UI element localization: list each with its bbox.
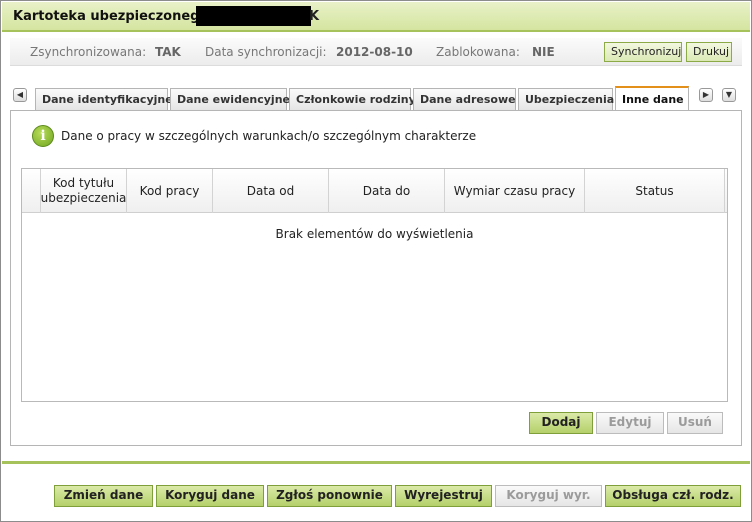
title-bar: Kartoteka ubezpieczonego - K <box>2 2 750 32</box>
locked-label: Zablokowana: <box>436 45 520 59</box>
footer-toolbar: Zmień dane Koryguj dane Zgłoś ponownie W… <box>2 464 750 521</box>
grid-header: Kod tytułu ubezpieczenia Kod pracy Data … <box>22 169 727 213</box>
info-icon: i <box>32 125 54 147</box>
column-date-from[interactable]: Data od <box>213 169 329 213</box>
resubmit-button[interactable]: Zgłoś ponownie <box>267 485 392 507</box>
window-title: Kartoteka ubezpieczonego - <box>13 9 219 24</box>
grid-select-column <box>22 169 41 213</box>
tab-strip: ◀ Dane identyfikacyjne Dane ewidencyjne … <box>13 86 737 111</box>
insured-record-window: Kartoteka ubezpieczonego - K Zsynchroniz… <box>0 0 752 522</box>
column-date-to[interactable]: Data do <box>329 169 445 213</box>
tab-identification[interactable]: Dane identyfikacyjne <box>35 88 173 110</box>
tab-scroll-left-icon[interactable]: ◀ <box>13 88 27 102</box>
tab-content-panel: i Dane o pracy w szczególnych warunkach/… <box>10 110 742 446</box>
window-title-tail: K <box>309 9 320 24</box>
synced-value: TAK <box>155 45 181 59</box>
section-title: Dane o pracy w szczególnych warunkach/o … <box>61 129 477 143</box>
column-work-code[interactable]: Kod pracy <box>127 169 213 213</box>
locked-value: NIE <box>532 45 555 59</box>
tab-family-members[interactable]: Członkowie rodziny <box>289 88 416 110</box>
sync-info-bar: Zsynchronizowana: TAK Data synchronizacj… <box>10 38 742 66</box>
redacted-name <box>196 6 311 26</box>
sync-date-value: 2012-08-10 <box>336 45 413 59</box>
grid-empty-message: Brak elementów do wyświetlenia <box>275 227 474 241</box>
synced-label: Zsynchronizowana: <box>30 45 147 59</box>
correct-data-button[interactable]: Koryguj dane <box>156 485 264 507</box>
column-working-time[interactable]: Wymiar czasu pracy <box>445 169 585 213</box>
deregister-button[interactable]: Wyrejestruj <box>395 485 492 507</box>
tab-registration[interactable]: Dane ewidencyjne <box>170 88 290 110</box>
edit-button[interactable]: Edytuj <box>596 412 664 434</box>
column-status[interactable]: Status <box>585 169 725 213</box>
delete-button[interactable]: Usuń <box>667 412 723 434</box>
tab-scroll-right-icon[interactable]: ▶ <box>699 88 713 102</box>
synchronize-button[interactable]: Synchronizuj <box>604 42 682 62</box>
add-button[interactable]: Dodaj <box>529 412 593 434</box>
tab-menu-chevron-down-icon[interactable]: ▼ <box>722 88 736 102</box>
work-conditions-grid: Kod tytułu ubezpieczenia Kod pracy Data … <box>21 168 728 402</box>
tab-insurance[interactable]: Ubezpieczenia <box>518 88 614 110</box>
family-members-service-button[interactable]: Obsługa czł. rodz. <box>605 485 741 507</box>
print-button[interactable]: Drukuj <box>686 42 732 62</box>
change-data-button[interactable]: Zmień dane <box>54 485 153 507</box>
tab-other-data[interactable]: Inne dane <box>615 86 689 111</box>
correct-deregistration-button[interactable]: Koryguj wyr. <box>495 485 602 507</box>
tab-address[interactable]: Dane adresowe <box>413 88 516 110</box>
sync-date-label: Data synchronizacji: <box>205 45 327 59</box>
column-insurance-title-code[interactable]: Kod tytułu ubezpieczenia <box>41 169 127 213</box>
